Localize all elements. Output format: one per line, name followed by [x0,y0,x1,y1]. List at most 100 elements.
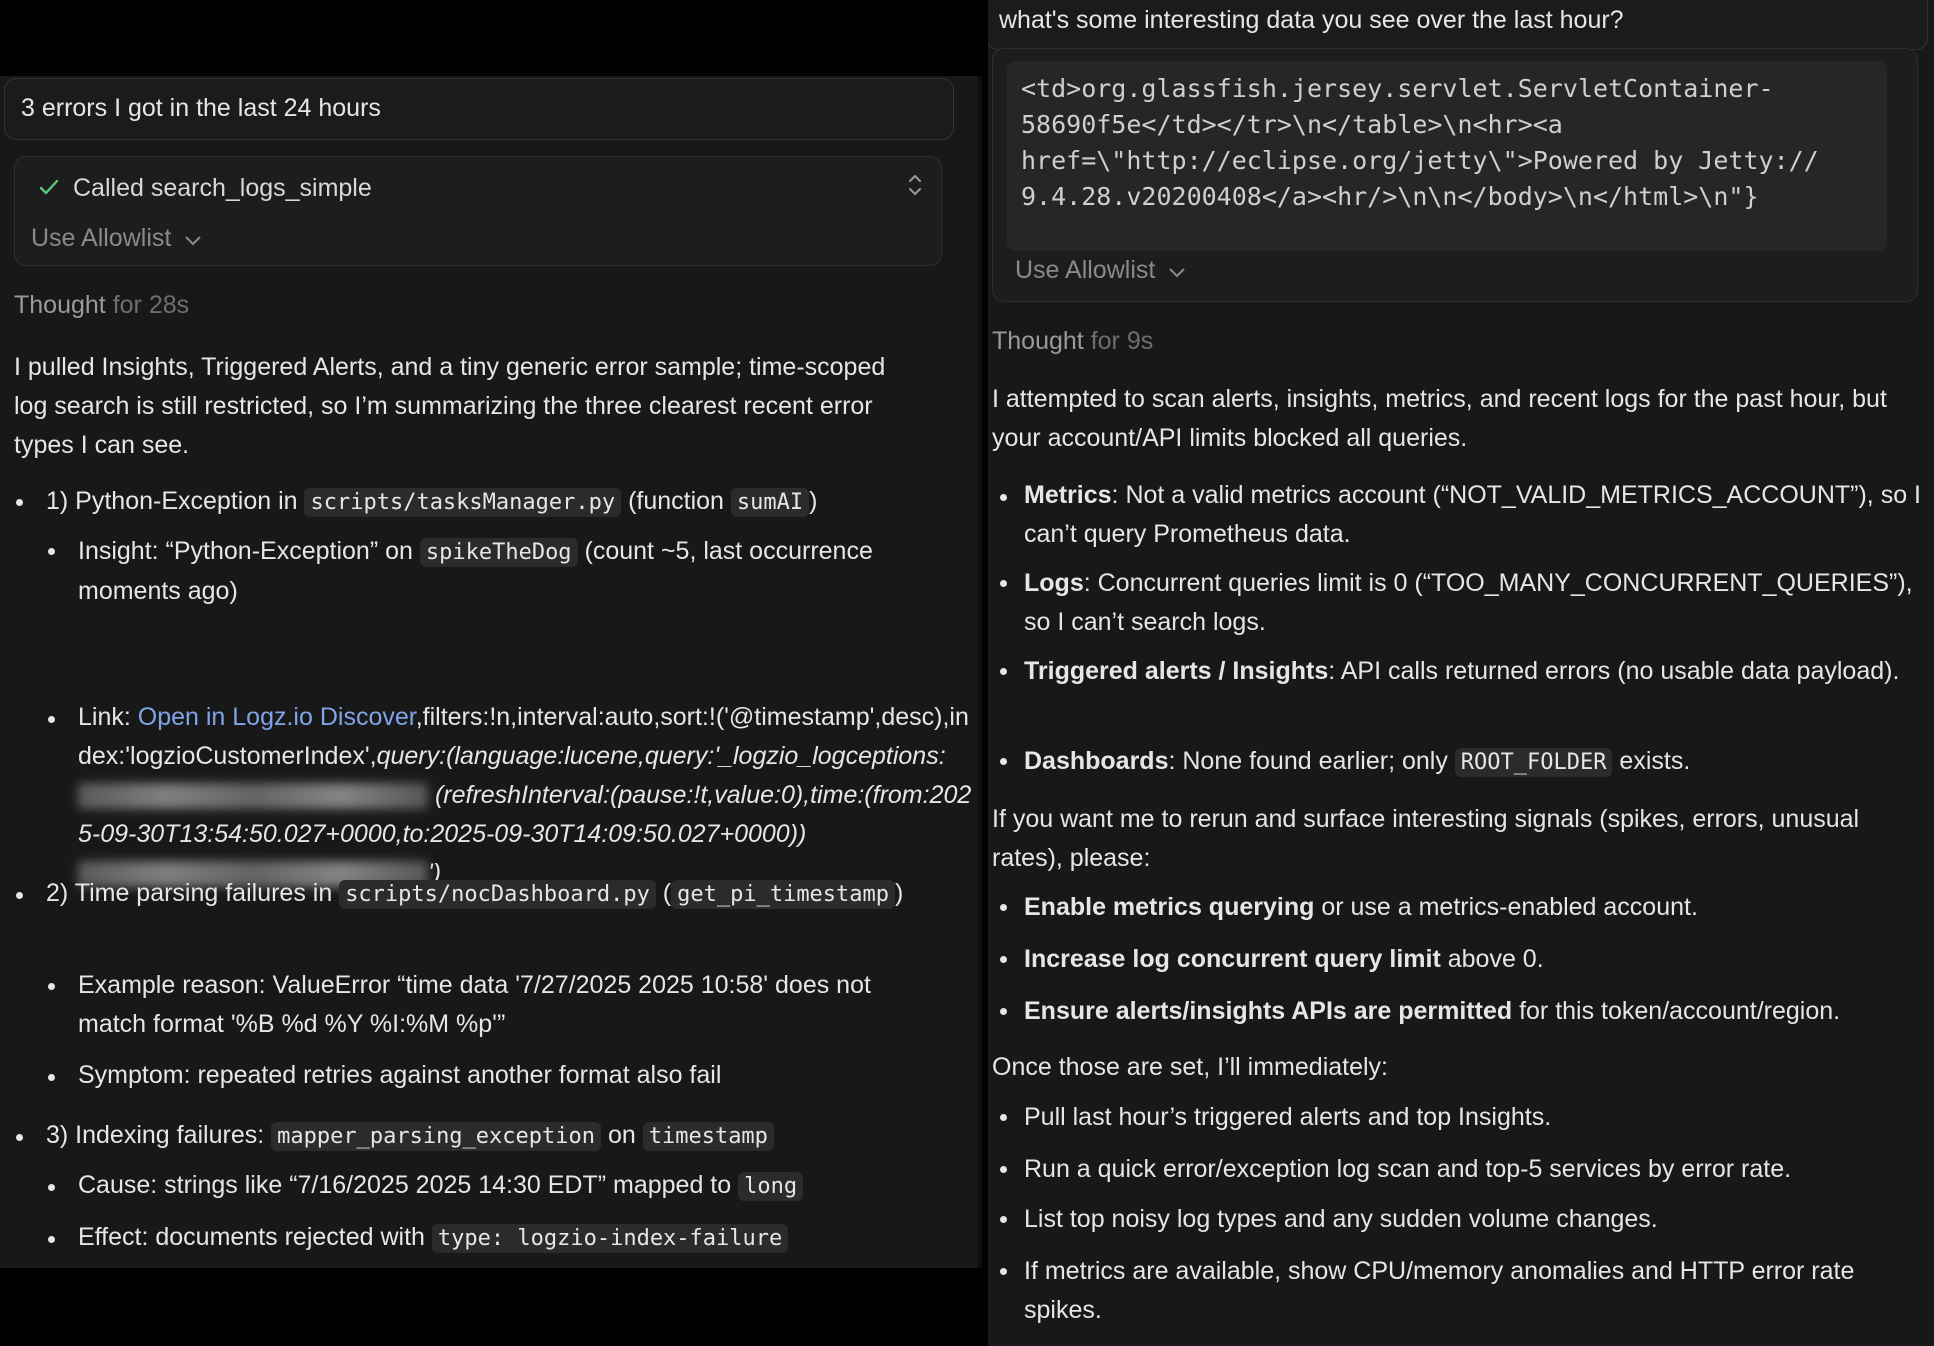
request-item: Ensure alerts/insights APIs are permitte… [1024,992,1934,1031]
item-text: Cause: strings like “7/16/2025 2025 14:3… [78,1171,739,1199]
error-item-2: 2) Time parsing failures in scripts/nocD… [46,874,946,914]
status-label: Logs [1024,569,1084,597]
error-item-1: 1) Python-Exception in scripts/tasksMana… [46,482,956,522]
request-label: Enable metrics querying [1024,893,1315,921]
code-line: <td>org.glassfish.jersey.servlet.Servlet… [1021,74,1774,103]
user-message-bubble: what's some interesting data you see ove… [988,0,1928,50]
alerts-status: Triggered alerts / Insights: API calls r… [1024,652,1924,691]
divider [978,76,982,1268]
effect-line: Effect: documents rejected with type: lo… [78,1218,938,1258]
request-text: or use a metrics-enabled account. [1314,893,1698,921]
query-text: query:(language:lucene,query:'_logzio_lo… [376,742,946,770]
host-code: spikeTheDog [419,538,578,567]
thought-duration: for 9s [1090,327,1154,355]
bullet [48,1184,55,1191]
assistant-intro-text: I attempted to scan alerts, insights, me… [992,385,1887,452]
function-code: sumAI [730,488,810,517]
status-label: Metrics [1024,481,1112,509]
status-text: exists. [1612,747,1691,775]
bullet [1000,1166,1007,1173]
bullet [16,1134,23,1141]
left-chat-panel: 3 errors I got in the last 24 hours Call… [0,76,978,1268]
item-text: on [601,1121,643,1149]
chevron-down-icon [185,236,201,246]
item-text: 2) Time parsing failures in [46,879,340,907]
thought-indicator[interactable]: Thought for 9s [992,322,1153,361]
code-line: 58690f5e</td></tr>\n</table>\n<hr><a [1021,110,1563,139]
logs-status: Logs: Concurrent queries limit is 0 (“TO… [1024,564,1924,642]
redacted-region [78,783,428,810]
status-text: : API calls returned errors (no usable d… [1328,657,1900,685]
followup-item: If metrics are available, show CPU/memor… [1024,1257,1855,1324]
bullet [48,1074,55,1081]
request-item: Enable metrics querying or use a metrics… [1024,888,1924,927]
tool-call-card: Called search_logs_simple Use Allowlist [14,156,942,266]
code-output-block: <td>org.glassfish.jersey.servlet.Servlet… [1007,61,1887,251]
code-line: href=\"http://eclipse.org/jetty\">Powere… [1021,146,1819,175]
item-text: ) [809,487,818,515]
bullet [48,1236,55,1243]
bullet [1000,1216,1007,1223]
status-text: : Not a valid metrics account (“NOT_VALI… [1024,481,1921,548]
item-text: (function [621,487,731,515]
status-text: : Concurrent queries limit is 0 (“TOO_MA… [1024,569,1913,636]
error-item-3: 3) Indexing failures: mapper_parsing_exc… [46,1116,946,1156]
use-allowlist-button[interactable]: Use Allowlist [1015,251,1186,290]
open-in-logzio-discover-link[interactable]: Open in Logz.io Discover [138,703,416,731]
followup-item: Run a quick error/exception log scan and… [1024,1155,1792,1183]
item-text: Link: [78,703,138,731]
bullet [48,983,55,990]
cause-line: Cause: strings like “7/16/2025 2025 14:3… [78,1166,938,1206]
bullet [1000,668,1007,675]
check-icon [37,175,61,204]
symptom-line: Symptom: repeated retries against anothe… [78,1061,722,1089]
bullet [48,548,55,555]
expand-collapse-icon[interactable] [905,171,925,204]
chevron-down-icon [1169,268,1185,278]
item-text: Insight: “Python-Exception” on [78,537,420,565]
item-text: 1) Python-Exception in [46,487,305,515]
bullet [16,892,23,899]
file-path-code: scripts/tasksManager.py [304,488,622,517]
use-allowlist-label: Use Allowlist [1015,256,1156,284]
thought-indicator[interactable]: Thought for 28s [14,286,189,325]
bullet [48,716,55,723]
failure-type-code: type: logzio-index-failure [431,1224,789,1253]
metrics-status: Metrics: Not a valid metrics account (“N… [1024,476,1924,554]
request-text: for this token/account/region. [1512,997,1841,1025]
right-chat-panel: what's some interesting data you see ove… [988,0,1934,1346]
followup-item: Pull last hour’s triggered alerts and to… [1024,1103,1552,1131]
use-allowlist-label: Use Allowlist [31,224,172,252]
bullet [1000,758,1007,765]
bullet [1000,956,1007,963]
bullet [1000,904,1007,911]
type-code: long [738,1172,804,1201]
bullet [16,499,23,506]
item-text: Effect: documents rejected with [78,1223,432,1251]
bullet [1000,580,1007,587]
request-label: Increase log concurrent query limit [1024,945,1441,973]
bullet [1000,494,1007,501]
status-label: Dashboards [1024,747,1169,775]
field-code: timestamp [642,1122,774,1151]
use-allowlist-button[interactable]: Use Allowlist [31,219,202,258]
dashboards-status: Dashboards: None found earlier; only ROO… [1024,742,1924,782]
followup-item: List top noisy log types and any sudden … [1024,1205,1658,1233]
thought-duration: for 28s [112,291,190,319]
assistant-intro-text: I pulled Insights, Triggered Alerts, and… [14,353,886,459]
request-text: above 0. [1440,945,1544,973]
tool-call-status: Called search_logs_simple [73,174,372,202]
item-text: ( [655,879,672,907]
bullet [1000,1008,1007,1015]
function-code: get_pi_timestamp [671,880,896,909]
user-message-text: 3 errors I got in the last 24 hours [21,94,381,122]
code-line: 9.4.28.v20200408</a><hr/>\n\n</body>\n</… [1021,182,1759,211]
item-text: ) [895,879,904,907]
item-text: 3) Indexing failures: [46,1121,272,1149]
exception-code: mapper_parsing_exception [271,1122,602,1151]
user-message-text: what's some interesting data you see ove… [999,6,1624,34]
example-reason-line: Example reason: ValueError “time data '7… [78,971,871,1038]
bullet [1000,1114,1007,1121]
request-intro-text: If you want me to rerun and surface inte… [992,805,1860,872]
folder-code: ROOT_FOLDER [1454,748,1613,777]
